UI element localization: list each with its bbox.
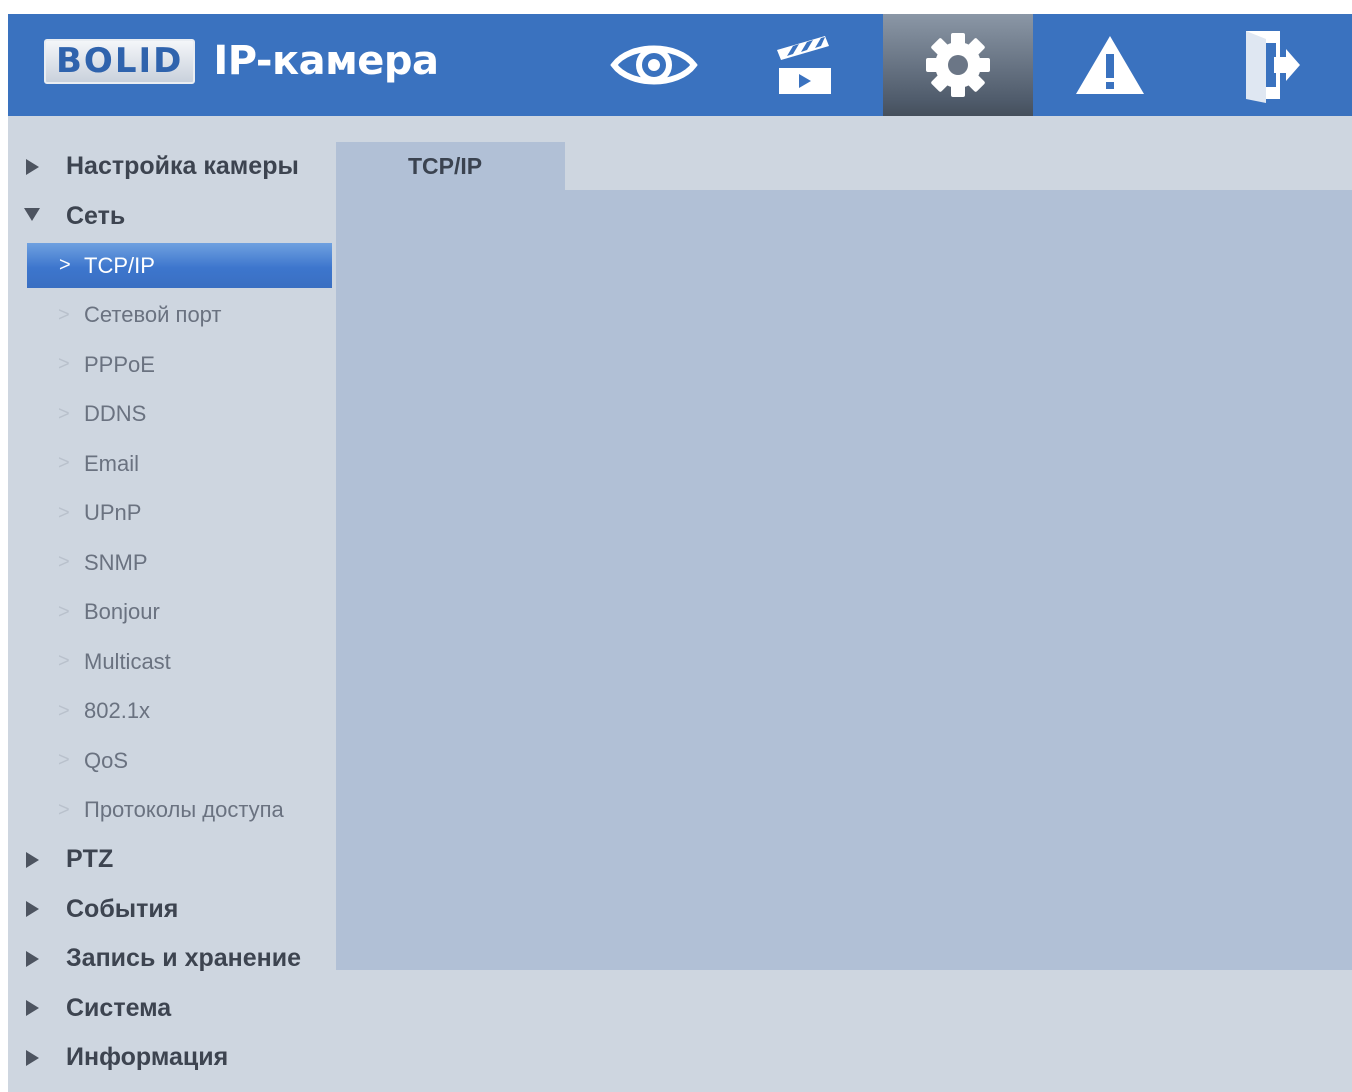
menu-group-system[interactable]: Система: [8, 984, 334, 1034]
logo: BOLID IP-камера: [44, 39, 439, 84]
menu-group-label: Сеть: [66, 201, 126, 230]
settings-content-panel: [336, 191, 1352, 970]
menu-item-label: UPnP: [84, 500, 142, 526]
menu-group-label: PTZ: [66, 845, 114, 874]
menu-item-upnp[interactable]: > UPnP: [8, 489, 334, 539]
menu-item-label: QoS: [84, 747, 129, 773]
playback-button[interactable]: [729, 14, 879, 116]
menu-item-label: PPPoE: [84, 351, 155, 377]
settings-button[interactable]: [883, 14, 1033, 116]
chevron-right-icon: >: [58, 353, 70, 376]
chevron-right-icon: >: [58, 600, 70, 623]
expand-arrow-icon: [8, 901, 66, 918]
app-frame: BOLID IP-камера Настройка камеры Сеть > …: [8, 14, 1352, 1092]
tab-tcpip[interactable]: TCP/IP: [336, 142, 565, 191]
menu-item-email[interactable]: > Email: [8, 439, 334, 489]
menu-item-multicast[interactable]: > Multicast: [8, 637, 334, 687]
menu-group-ptz[interactable]: PTZ: [8, 835, 334, 885]
exit-icon: [1246, 31, 1300, 103]
menu-item-label: Протоколы доступа: [84, 797, 284, 823]
menu-item-pppoe[interactable]: > PPPoE: [8, 340, 334, 390]
menu-group-label: Запись и хранение: [66, 944, 302, 973]
menu-group-label: Настройка камеры: [66, 152, 299, 181]
live-view-button[interactable]: [579, 14, 729, 116]
menu-item-label: TCP/IP: [84, 252, 155, 278]
menu-group-camera-settings[interactable]: Настройка камеры: [8, 142, 334, 192]
chevron-right-icon: >: [58, 551, 70, 574]
bolid-logo: BOLID: [44, 39, 196, 84]
menu-item-8021x[interactable]: > 802.1x: [8, 687, 334, 737]
menu-item-label: Multicast: [84, 648, 171, 674]
gear-icon: [926, 33, 990, 97]
chevron-right-icon: >: [58, 501, 70, 524]
menu-item-label: SNMP: [84, 549, 148, 575]
menu-group-information[interactable]: Информация: [8, 1033, 334, 1083]
chevron-right-icon: >: [58, 798, 70, 821]
menu-group-record-storage[interactable]: Запись и хранение: [8, 934, 334, 984]
menu-item-label: Сетевой порт: [84, 302, 222, 328]
logout-button[interactable]: [1196, 14, 1346, 116]
chevron-right-icon: >: [58, 303, 70, 326]
menu-group-label: Система: [66, 993, 172, 1022]
menu-item-bonjour[interactable]: > Bonjour: [8, 588, 334, 638]
top-bar: BOLID IP-камера: [8, 14, 1352, 116]
menu-item-snmp[interactable]: > SNMP: [8, 538, 334, 588]
chevron-right-icon: >: [58, 650, 70, 673]
chevron-right-icon: >: [58, 452, 70, 475]
menu-item-label: Email: [84, 450, 140, 476]
menu-item-access-protocols[interactable]: > Протоколы доступа: [8, 786, 334, 836]
expand-arrow-icon: [8, 1000, 66, 1017]
alarm-button[interactable]: [1035, 14, 1185, 116]
menu-group-label: Информация: [66, 1043, 229, 1072]
chevron-right-icon: >: [58, 699, 70, 722]
menu-group-network[interactable]: Сеть: [8, 192, 334, 242]
settings-sidebar: Настройка камеры Сеть > TCP/IP > Сетевой…: [8, 142, 334, 1083]
warning-icon: [1076, 36, 1144, 94]
menu-item-tcpip[interactable]: > TCP/IP: [27, 243, 332, 288]
chevron-right-icon: >: [58, 402, 70, 425]
menu-group-events[interactable]: События: [8, 885, 334, 935]
eye-icon: [610, 45, 698, 85]
expand-arrow-icon: [8, 851, 66, 868]
logo-text: BOLID: [56, 41, 184, 81]
clapperboard-icon: [777, 36, 831, 94]
menu-item-qos[interactable]: > QoS: [8, 736, 334, 786]
expand-arrow-icon: [8, 1049, 66, 1066]
app-title: IP-камера: [213, 38, 439, 84]
collapse-arrow-icon: [8, 207, 66, 221]
menu-item-ddns[interactable]: > DDNS: [8, 390, 334, 440]
menu-item-label: Bonjour: [84, 599, 160, 625]
expand-arrow-icon: [8, 158, 66, 175]
chevron-right-icon: >: [58, 749, 70, 772]
menu-item-label: 802.1x: [84, 698, 151, 724]
chevron-right-icon: >: [59, 254, 71, 276]
tab-label: TCP/IP: [408, 153, 483, 179]
menu-item-network-port[interactable]: > Сетевой порт: [8, 291, 334, 341]
menu-group-label: События: [66, 894, 179, 923]
menu-item-label: DDNS: [84, 401, 147, 427]
expand-arrow-icon: [8, 950, 66, 967]
